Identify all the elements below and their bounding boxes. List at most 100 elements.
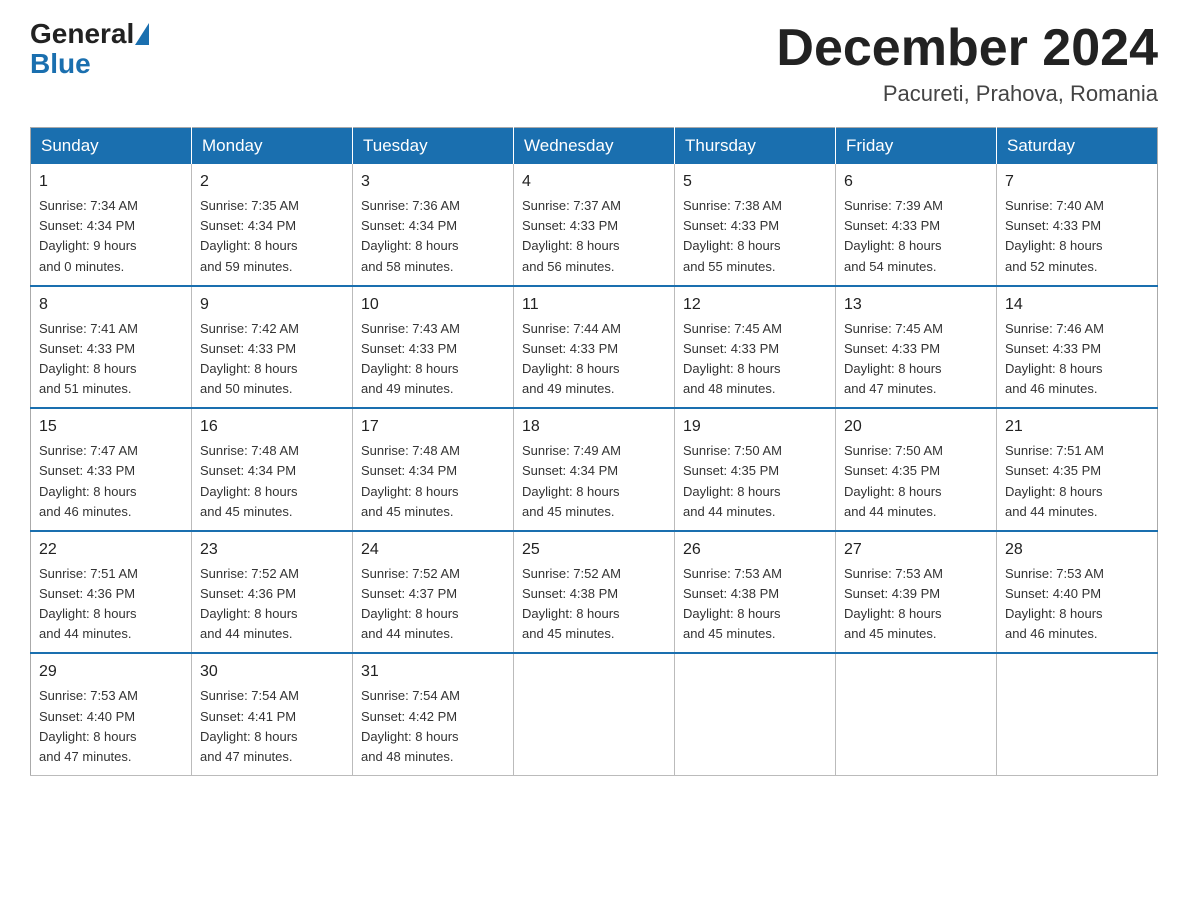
day-number: 9: [200, 293, 344, 317]
day-info: Sunrise: 7:41 AMSunset: 4:33 PMDaylight:…: [39, 319, 183, 400]
calendar-cell: 24Sunrise: 7:52 AMSunset: 4:37 PMDayligh…: [353, 531, 514, 654]
day-info: Sunrise: 7:54 AMSunset: 4:42 PMDaylight:…: [361, 686, 505, 767]
calendar-cell: 21Sunrise: 7:51 AMSunset: 4:35 PMDayligh…: [997, 408, 1158, 531]
calendar-cell: 7Sunrise: 7:40 AMSunset: 4:33 PMDaylight…: [997, 164, 1158, 286]
day-number: 15: [39, 415, 183, 439]
calendar-week-row: 29Sunrise: 7:53 AMSunset: 4:40 PMDayligh…: [31, 653, 1158, 775]
weekday-header-friday: Friday: [836, 128, 997, 165]
day-number: 26: [683, 538, 827, 562]
calendar-cell: 14Sunrise: 7:46 AMSunset: 4:33 PMDayligh…: [997, 286, 1158, 409]
weekday-header-monday: Monday: [192, 128, 353, 165]
day-number: 2: [200, 170, 344, 194]
day-info: Sunrise: 7:51 AMSunset: 4:36 PMDaylight:…: [39, 564, 183, 645]
calendar-cell: 31Sunrise: 7:54 AMSunset: 4:42 PMDayligh…: [353, 653, 514, 775]
day-number: 28: [1005, 538, 1149, 562]
day-info: Sunrise: 7:52 AMSunset: 4:36 PMDaylight:…: [200, 564, 344, 645]
day-number: 20: [844, 415, 988, 439]
day-info: Sunrise: 7:48 AMSunset: 4:34 PMDaylight:…: [200, 441, 344, 522]
weekday-header-tuesday: Tuesday: [353, 128, 514, 165]
day-number: 24: [361, 538, 505, 562]
weekday-header-row: SundayMondayTuesdayWednesdayThursdayFrid…: [31, 128, 1158, 165]
day-number: 14: [1005, 293, 1149, 317]
calendar-cell: 28Sunrise: 7:53 AMSunset: 4:40 PMDayligh…: [997, 531, 1158, 654]
day-number: 21: [1005, 415, 1149, 439]
day-info: Sunrise: 7:46 AMSunset: 4:33 PMDaylight:…: [1005, 319, 1149, 400]
calendar-week-row: 1Sunrise: 7:34 AMSunset: 4:34 PMDaylight…: [31, 164, 1158, 286]
day-info: Sunrise: 7:40 AMSunset: 4:33 PMDaylight:…: [1005, 196, 1149, 277]
day-info: Sunrise: 7:53 AMSunset: 4:38 PMDaylight:…: [683, 564, 827, 645]
day-number: 6: [844, 170, 988, 194]
calendar-cell: 27Sunrise: 7:53 AMSunset: 4:39 PMDayligh…: [836, 531, 997, 654]
page-header: General Blue December 2024 Pacureti, Pra…: [30, 20, 1158, 107]
day-info: Sunrise: 7:42 AMSunset: 4:33 PMDaylight:…: [200, 319, 344, 400]
day-number: 22: [39, 538, 183, 562]
calendar-cell: 25Sunrise: 7:52 AMSunset: 4:38 PMDayligh…: [514, 531, 675, 654]
day-info: Sunrise: 7:53 AMSunset: 4:39 PMDaylight:…: [844, 564, 988, 645]
day-number: 1: [39, 170, 183, 194]
calendar-cell: [514, 653, 675, 775]
day-number: 8: [39, 293, 183, 317]
logo-triangle-icon: [135, 23, 149, 45]
day-number: 23: [200, 538, 344, 562]
day-info: Sunrise: 7:50 AMSunset: 4:35 PMDaylight:…: [683, 441, 827, 522]
day-number: 10: [361, 293, 505, 317]
day-info: Sunrise: 7:47 AMSunset: 4:33 PMDaylight:…: [39, 441, 183, 522]
day-info: Sunrise: 7:49 AMSunset: 4:34 PMDaylight:…: [522, 441, 666, 522]
calendar-cell: 5Sunrise: 7:38 AMSunset: 4:33 PMDaylight…: [675, 164, 836, 286]
calendar-cell: 26Sunrise: 7:53 AMSunset: 4:38 PMDayligh…: [675, 531, 836, 654]
day-number: 13: [844, 293, 988, 317]
day-info: Sunrise: 7:54 AMSunset: 4:41 PMDaylight:…: [200, 686, 344, 767]
day-info: Sunrise: 7:51 AMSunset: 4:35 PMDaylight:…: [1005, 441, 1149, 522]
day-number: 11: [522, 293, 666, 317]
calendar-week-row: 15Sunrise: 7:47 AMSunset: 4:33 PMDayligh…: [31, 408, 1158, 531]
day-number: 30: [200, 660, 344, 684]
calendar-cell: 30Sunrise: 7:54 AMSunset: 4:41 PMDayligh…: [192, 653, 353, 775]
day-info: Sunrise: 7:53 AMSunset: 4:40 PMDaylight:…: [1005, 564, 1149, 645]
day-number: 17: [361, 415, 505, 439]
day-number: 5: [683, 170, 827, 194]
weekday-header-wednesday: Wednesday: [514, 128, 675, 165]
calendar-cell: 16Sunrise: 7:48 AMSunset: 4:34 PMDayligh…: [192, 408, 353, 531]
day-number: 12: [683, 293, 827, 317]
calendar-cell: [997, 653, 1158, 775]
day-number: 29: [39, 660, 183, 684]
calendar-week-row: 22Sunrise: 7:51 AMSunset: 4:36 PMDayligh…: [31, 531, 1158, 654]
calendar-cell: 8Sunrise: 7:41 AMSunset: 4:33 PMDaylight…: [31, 286, 192, 409]
calendar-cell: 20Sunrise: 7:50 AMSunset: 4:35 PMDayligh…: [836, 408, 997, 531]
day-info: Sunrise: 7:43 AMSunset: 4:33 PMDaylight:…: [361, 319, 505, 400]
calendar-cell: 4Sunrise: 7:37 AMSunset: 4:33 PMDaylight…: [514, 164, 675, 286]
calendar-cell: 9Sunrise: 7:42 AMSunset: 4:33 PMDaylight…: [192, 286, 353, 409]
calendar-cell: 12Sunrise: 7:45 AMSunset: 4:33 PMDayligh…: [675, 286, 836, 409]
calendar-week-row: 8Sunrise: 7:41 AMSunset: 4:33 PMDaylight…: [31, 286, 1158, 409]
calendar-table: SundayMondayTuesdayWednesdayThursdayFrid…: [30, 127, 1158, 776]
day-number: 19: [683, 415, 827, 439]
calendar-cell: 17Sunrise: 7:48 AMSunset: 4:34 PMDayligh…: [353, 408, 514, 531]
day-info: Sunrise: 7:53 AMSunset: 4:40 PMDaylight:…: [39, 686, 183, 767]
logo: General Blue: [30, 20, 150, 80]
title-section: December 2024 Pacureti, Prahova, Romania: [776, 20, 1158, 107]
day-info: Sunrise: 7:45 AMSunset: 4:33 PMDaylight:…: [844, 319, 988, 400]
day-info: Sunrise: 7:50 AMSunset: 4:35 PMDaylight:…: [844, 441, 988, 522]
day-info: Sunrise: 7:38 AMSunset: 4:33 PMDaylight:…: [683, 196, 827, 277]
calendar-cell: 1Sunrise: 7:34 AMSunset: 4:34 PMDaylight…: [31, 164, 192, 286]
day-info: Sunrise: 7:48 AMSunset: 4:34 PMDaylight:…: [361, 441, 505, 522]
calendar-cell: 23Sunrise: 7:52 AMSunset: 4:36 PMDayligh…: [192, 531, 353, 654]
calendar-cell: 11Sunrise: 7:44 AMSunset: 4:33 PMDayligh…: [514, 286, 675, 409]
calendar-cell: 3Sunrise: 7:36 AMSunset: 4:34 PMDaylight…: [353, 164, 514, 286]
calendar-cell: [836, 653, 997, 775]
calendar-cell: 13Sunrise: 7:45 AMSunset: 4:33 PMDayligh…: [836, 286, 997, 409]
day-info: Sunrise: 7:44 AMSunset: 4:33 PMDaylight:…: [522, 319, 666, 400]
calendar-cell: 10Sunrise: 7:43 AMSunset: 4:33 PMDayligh…: [353, 286, 514, 409]
day-number: 16: [200, 415, 344, 439]
day-number: 25: [522, 538, 666, 562]
day-info: Sunrise: 7:39 AMSunset: 4:33 PMDaylight:…: [844, 196, 988, 277]
day-info: Sunrise: 7:52 AMSunset: 4:38 PMDaylight:…: [522, 564, 666, 645]
logo-blue: Blue: [30, 48, 91, 80]
calendar-cell: 18Sunrise: 7:49 AMSunset: 4:34 PMDayligh…: [514, 408, 675, 531]
calendar-cell: 15Sunrise: 7:47 AMSunset: 4:33 PMDayligh…: [31, 408, 192, 531]
calendar-cell: [675, 653, 836, 775]
calendar-subtitle: Pacureti, Prahova, Romania: [776, 81, 1158, 107]
logo-general: General: [30, 20, 134, 48]
day-info: Sunrise: 7:35 AMSunset: 4:34 PMDaylight:…: [200, 196, 344, 277]
weekday-header-thursday: Thursday: [675, 128, 836, 165]
